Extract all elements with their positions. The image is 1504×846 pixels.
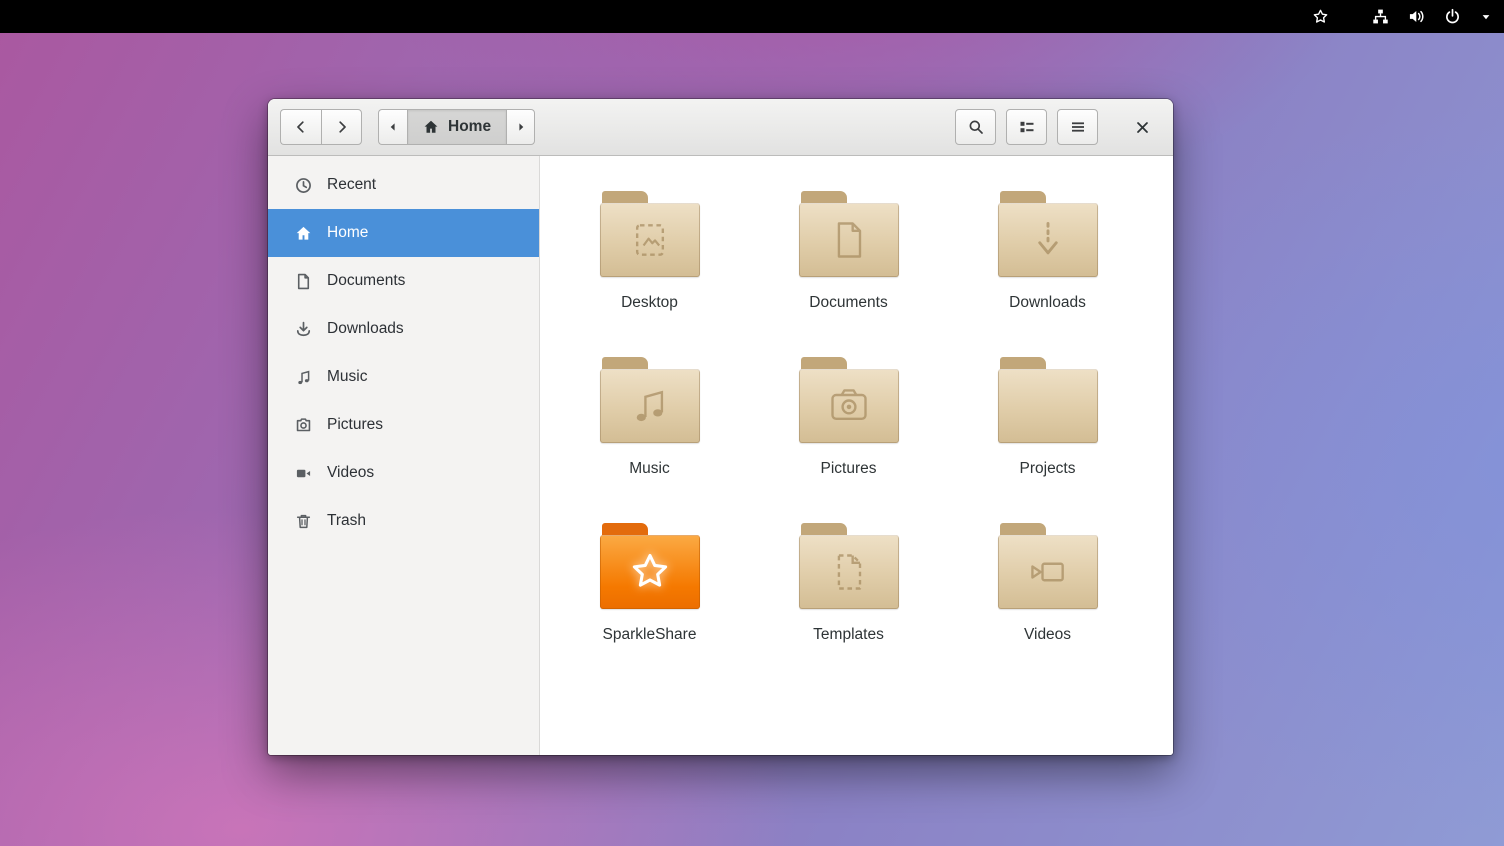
sidebar-item-label: Recent — [327, 176, 376, 194]
hamburger-menu-icon — [1070, 119, 1086, 135]
close-window-button[interactable] — [1123, 108, 1161, 146]
folder-icon — [600, 348, 700, 452]
file-name: Pictures — [821, 460, 877, 478]
triangle-right-icon — [513, 119, 529, 135]
folder-icon — [600, 182, 700, 286]
forward-button[interactable] — [321, 109, 362, 145]
folder-icon — [799, 514, 899, 618]
view-list-icon — [1019, 119, 1035, 135]
file-item-documents[interactable]: Documents — [749, 170, 948, 336]
favorites-star-icon[interactable] — [1312, 8, 1329, 25]
sidebar-item-label: Pictures — [327, 416, 383, 434]
emblem-documents-icon — [799, 203, 899, 277]
folder-icon — [600, 514, 700, 618]
emblem-star-icon — [600, 535, 700, 609]
sidebar-item-downloads[interactable]: Downloads — [268, 305, 539, 353]
folder-icon — [799, 182, 899, 286]
current-location-label: Home — [448, 118, 491, 136]
triangle-left-icon — [385, 119, 401, 135]
emblem-templates-icon — [799, 535, 899, 609]
power-icon[interactable] — [1444, 8, 1461, 25]
file-name: Desktop — [621, 294, 678, 312]
file-item-downloads[interactable]: Downloads — [948, 170, 1147, 336]
headerbar-actions — [955, 109, 1098, 145]
file-name: Projects — [1020, 460, 1076, 478]
system-top-bar — [0, 0, 1504, 33]
sidebar-item-trash[interactable]: Trash — [268, 497, 539, 545]
file-browser-content: Desktop Documents Downloads Music Pictures Pr… — [540, 156, 1173, 755]
folder-icon — [998, 514, 1098, 618]
emblem-desktop-icon — [600, 203, 700, 277]
emblem-downloads-icon — [998, 203, 1098, 277]
sidebar-item-pictures[interactable]: Pictures — [268, 401, 539, 449]
file-name: SparkleShare — [603, 626, 697, 644]
home-icon — [423, 119, 439, 135]
clock-icon — [295, 177, 312, 194]
sidebar-item-label: Home — [327, 224, 368, 242]
path-home-button[interactable]: Home — [407, 109, 506, 145]
volume-icon[interactable] — [1408, 8, 1425, 25]
folder-icon — [799, 348, 899, 452]
sidebar-item-label: Trash — [327, 512, 366, 530]
sidebar-item-videos[interactable]: Videos — [268, 449, 539, 497]
file-item-projects[interactable]: Projects — [948, 336, 1147, 502]
trash-icon — [295, 513, 312, 530]
close-icon — [1134, 119, 1151, 136]
downloads-icon — [295, 321, 312, 338]
emblem-pictures-icon — [799, 369, 899, 443]
file-name: Videos — [1024, 626, 1071, 644]
document-icon — [295, 273, 312, 290]
file-item-desktop[interactable]: Desktop — [550, 170, 749, 336]
music-icon — [295, 369, 312, 386]
sidebar: Recent Home Documents Downloads Music Picture… — [268, 156, 540, 755]
emblem-videos-icon — [998, 535, 1098, 609]
files-window: Home Recent Home Documents Downloads Music Pi… — [268, 99, 1173, 755]
path-scroll-left-button[interactable] — [378, 109, 407, 145]
headerbar[interactable]: Home — [268, 99, 1173, 156]
file-item-videos[interactable]: Videos — [948, 502, 1147, 668]
search-button[interactable] — [955, 109, 996, 145]
file-item-sparkleshare[interactable]: SparkleShare — [550, 502, 749, 668]
path-bar: Home — [378, 109, 535, 145]
sidebar-item-label: Videos — [327, 464, 374, 482]
sidebar-item-recent[interactable]: Recent — [268, 161, 539, 209]
menu-button[interactable] — [1057, 109, 1098, 145]
file-item-pictures[interactable]: Pictures — [749, 336, 948, 502]
sidebar-item-label: Downloads — [327, 320, 404, 338]
path-scroll-right-button[interactable] — [506, 109, 535, 145]
video-icon — [295, 465, 312, 482]
sidebar-item-documents[interactable]: Documents — [268, 257, 539, 305]
sidebar-item-label: Documents — [327, 272, 405, 290]
caret-down-icon[interactable] — [1480, 11, 1492, 23]
emblem-music-icon — [600, 369, 700, 443]
sidebar-item-music[interactable]: Music — [268, 353, 539, 401]
history-nav — [280, 109, 362, 145]
back-button[interactable] — [280, 109, 321, 145]
back-icon — [293, 119, 309, 135]
file-grid: Desktop Documents Downloads Music Pictures Pr… — [540, 156, 1173, 668]
folder-icon — [998, 182, 1098, 286]
sidebar-item-label: Music — [327, 368, 367, 386]
network-icon[interactable] — [1372, 8, 1389, 25]
file-name: Documents — [809, 294, 887, 312]
sidebar-item-home[interactable]: Home — [268, 209, 539, 257]
file-name: Music — [629, 460, 669, 478]
file-item-music[interactable]: Music — [550, 336, 749, 502]
folder-icon — [998, 348, 1098, 452]
search-icon — [968, 119, 984, 135]
home-icon — [295, 225, 312, 242]
forward-icon — [334, 119, 350, 135]
view-toggle-button[interactable] — [1006, 109, 1047, 145]
camera-icon — [295, 417, 312, 434]
file-name: Downloads — [1009, 294, 1086, 312]
file-item-templates[interactable]: Templates — [749, 502, 948, 668]
file-name: Templates — [813, 626, 884, 644]
